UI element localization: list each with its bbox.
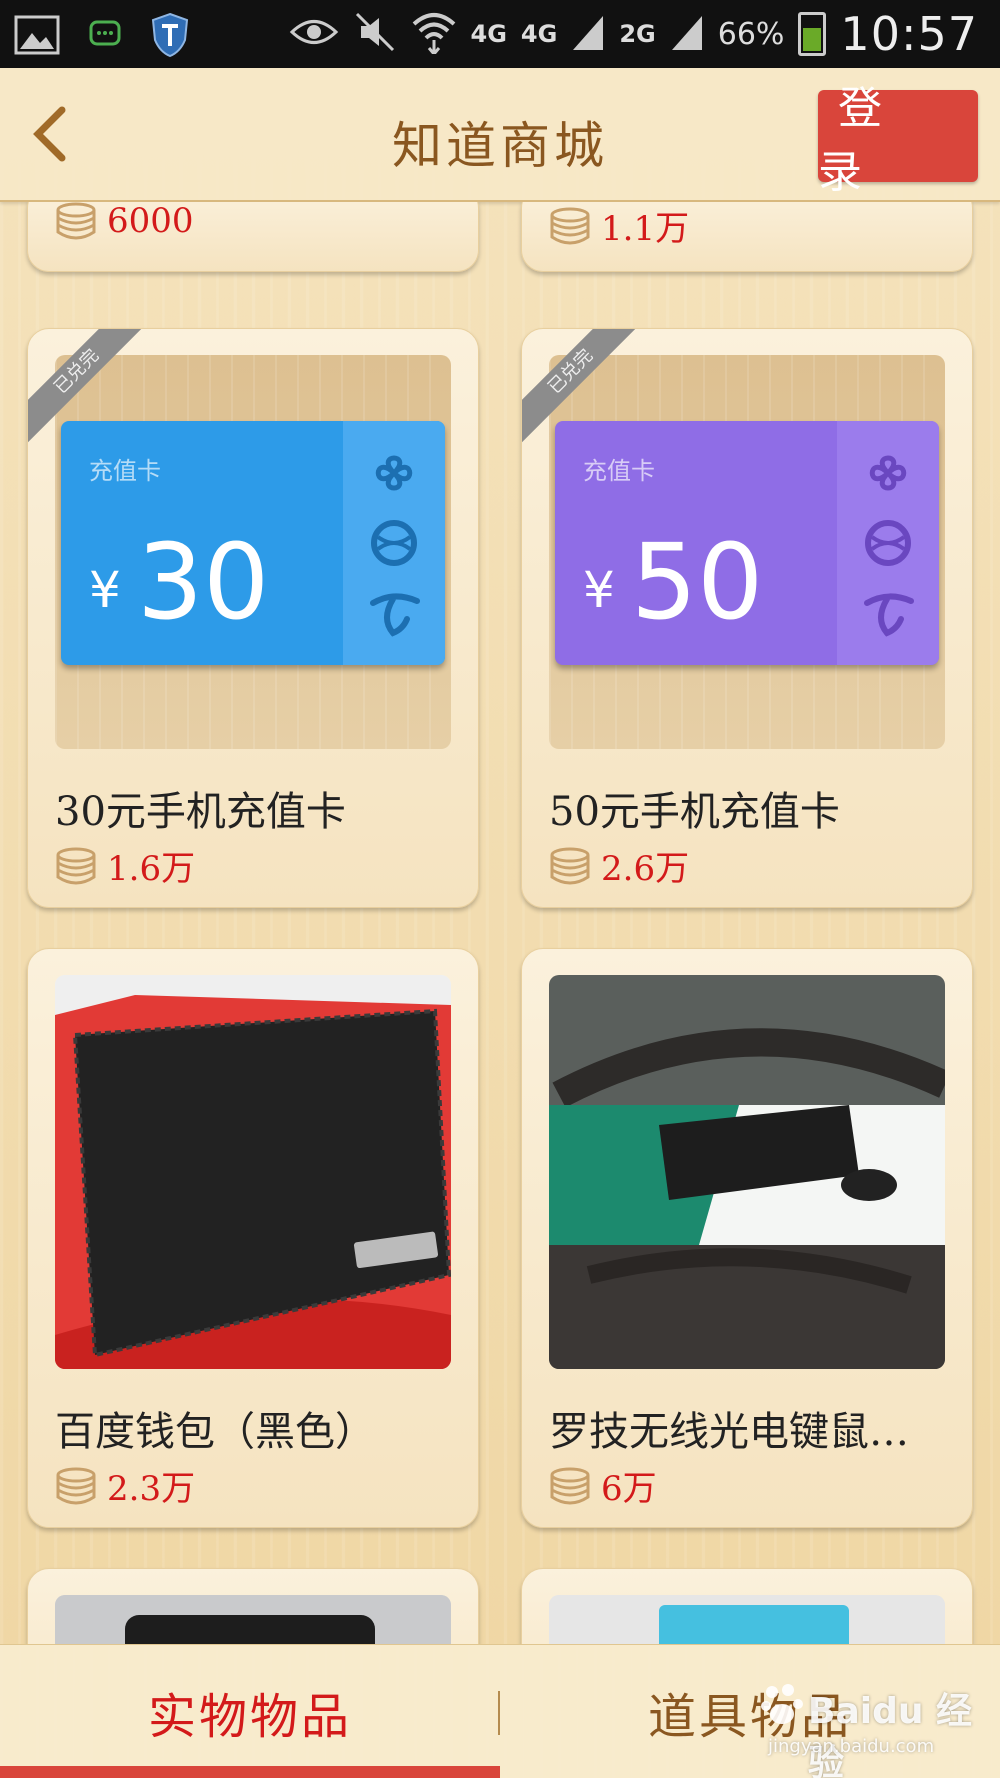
product-image [55, 1595, 451, 1644]
china-mobile-logo-icon [865, 520, 911, 566]
wallet-photo [55, 975, 451, 1369]
product-title: 30元手机充值卡 [55, 789, 346, 835]
coin-stack-icon [56, 202, 96, 240]
product-card[interactable]: 6000 [27, 202, 479, 272]
status-bar: 4G 4G 2G 66% 10:57 [0, 0, 1000, 68]
product-price: 2.3万 [107, 1469, 196, 1509]
tab-physical-items[interactable]: 实物物品 [0, 1645, 500, 1778]
china-telecom-logo-icon [370, 593, 420, 637]
product-price: 6000 [107, 202, 194, 241]
product-card[interactable]: 已兑完 充值卡 ¥ 50 50元手机充值卡 2.6万 [521, 328, 973, 908]
product-price: 1.6万 [107, 849, 196, 889]
china-unicom-logo-icon [869, 455, 907, 491]
china-mobile-logo-icon [371, 520, 417, 566]
recharge-card-30: 充值卡 ¥ 30 [61, 421, 445, 665]
product-card[interactable]: 罗技无线光电键鼠… 6万 [521, 948, 973, 1528]
product-image [549, 975, 945, 1369]
message-icon [88, 18, 122, 56]
image-icon [14, 15, 60, 59]
recharge-card-50: 充值卡 ¥ 50 [555, 421, 939, 665]
login-button[interactable]: 登 录 [818, 83, 978, 198]
product-image: 充值卡 ¥ 30 [55, 355, 451, 749]
product-card[interactable]: 百度钱包（黑色） 2.3万 [27, 948, 479, 1528]
coin-stack-icon [550, 847, 590, 884]
coin-stack-icon [56, 847, 96, 884]
clock: 10:57 [840, 7, 978, 61]
product-title: 百度钱包（黑色） [55, 1409, 375, 1455]
signal-icon [571, 12, 605, 56]
product-image [55, 975, 451, 1369]
battery-icon [798, 12, 827, 56]
shield-icon [150, 12, 190, 62]
product-card[interactable]: 1.1万 [521, 202, 973, 272]
product-image: 充值卡 ¥ 50 [549, 355, 945, 749]
wifi-icon [411, 10, 457, 58]
china-unicom-logo-icon [375, 455, 413, 491]
eye-icon [289, 15, 339, 53]
product-price: 1.1万 [601, 209, 690, 249]
coin-stack-icon [550, 1467, 590, 1504]
product-title: 50元手机充值卡 [549, 789, 840, 835]
product-card[interactable]: 已兑完 充值卡 ¥ 30 30元手机充值卡 1.6万 [27, 328, 479, 908]
coin-stack-icon [550, 207, 590, 244]
product-price: 2.6万 [601, 849, 690, 889]
network-type-label: 4G [520, 20, 558, 48]
product-image [549, 1595, 945, 1644]
mute-icon [353, 10, 397, 58]
active-tab-indicator [0, 1766, 500, 1778]
network-type-label: 4G [470, 20, 507, 48]
watermark: Baidu 经验 jingyan.baidu.com [758, 1664, 998, 1778]
coin-stack-icon [56, 1467, 96, 1504]
product-card[interactable] [521, 1568, 973, 1644]
product-grid[interactable]: 6000 1.1万 已兑完 充值卡 ¥ 30 30元手机充值卡 1.6万 已兑完… [0, 202, 1000, 1644]
keyboard-photo [549, 975, 945, 1369]
network-type-label: 2G [619, 20, 656, 48]
product-title: 罗技无线光电键鼠… [549, 1409, 909, 1455]
china-telecom-logo-icon [864, 593, 914, 637]
watermark-sub: jingyan.baidu.com [768, 1736, 935, 1757]
watermark-main: Baidu 经验 [808, 1691, 973, 1778]
signal-icon [670, 12, 704, 56]
product-card[interactable] [27, 1568, 479, 1644]
paw-logo-icon [761, 1684, 803, 1724]
product-price: 6万 [601, 1469, 657, 1509]
battery-percent: 66% [717, 16, 785, 52]
app-header: 知道商城 登 录 [0, 68, 1000, 202]
